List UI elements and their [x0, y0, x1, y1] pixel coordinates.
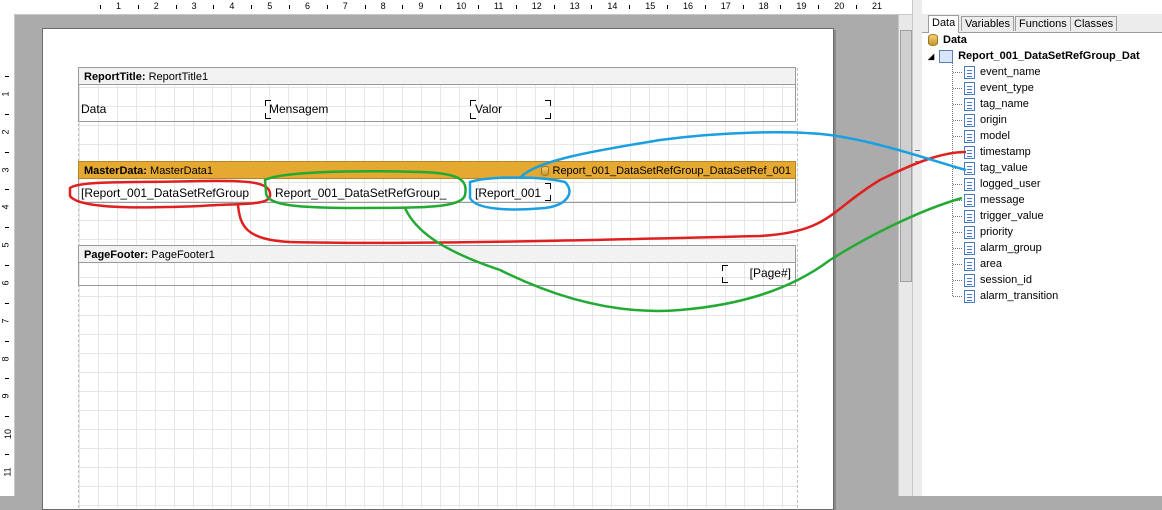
- red-annotation-arrow: [236, 150, 967, 245]
- annotation-overlay: [68, 131, 967, 313]
- green-annotation-arrow: [403, 196, 963, 313]
- green-annotation-circle: [263, 170, 467, 210]
- red-annotation-circle: [68, 179, 272, 209]
- blue-annotation-circle: [468, 176, 571, 211]
